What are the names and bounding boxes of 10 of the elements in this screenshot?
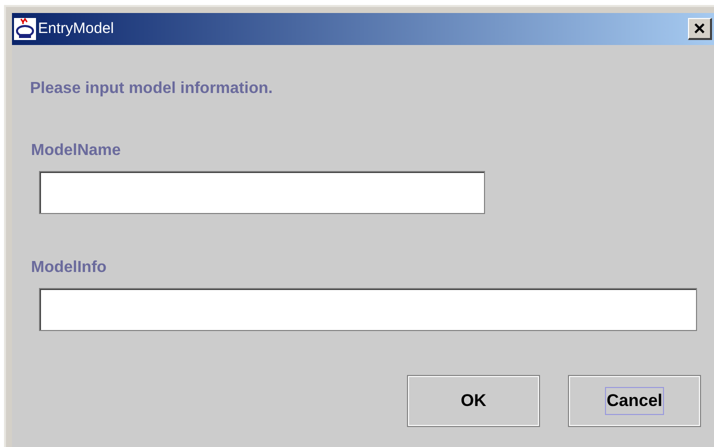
dialog-button[interactable]: OK <box>407 375 540 427</box>
window-title: EntryModel <box>38 18 115 39</box>
app-icon <box>14 18 36 40</box>
dialog-button[interactable]: Cancel <box>568 375 701 427</box>
field-label: ModelName <box>31 141 122 159</box>
text-field[interactable] <box>39 288 697 331</box>
prompt-text: Please input model information. <box>30 79 274 97</box>
close-button[interactable]: × <box>688 18 712 40</box>
field-label: ModelInfo <box>31 258 108 276</box>
text-field[interactable] <box>39 171 485 214</box>
